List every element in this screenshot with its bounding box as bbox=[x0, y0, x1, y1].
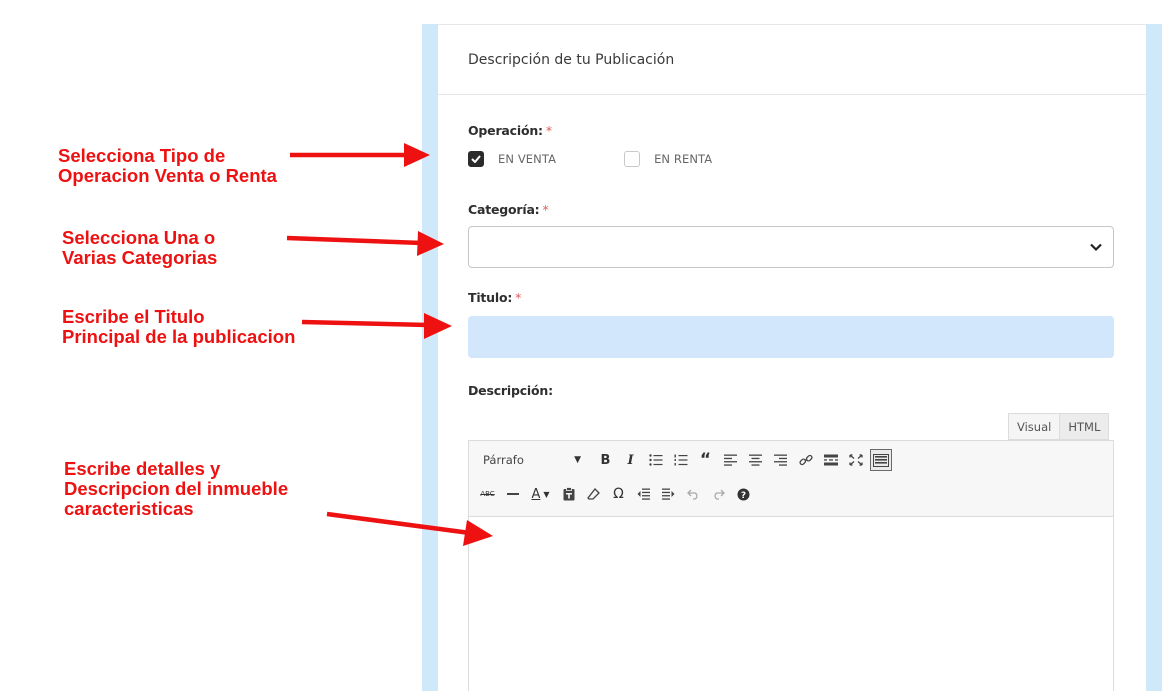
special-character-icon[interactable]: Ω bbox=[608, 483, 630, 505]
arrow-to-categoria bbox=[286, 231, 444, 256]
checkbox-en-venta[interactable] bbox=[468, 151, 484, 167]
arrow-to-operacion bbox=[290, 143, 430, 167]
format-select-value: Párrafo bbox=[483, 453, 524, 467]
bold-icon[interactable]: B bbox=[595, 449, 617, 471]
descripcion-label: Descripción: bbox=[468, 383, 553, 398]
paste-text-icon[interactable] bbox=[558, 483, 580, 505]
publication-description-card: Descripción de tu Publicación Operación:… bbox=[438, 24, 1146, 691]
annotation-categoria: Selecciona Una o Varias Categorias bbox=[62, 227, 218, 268]
description-editor: Párrafo ▼ B I “ ABC A ▼ Ω ? bbox=[468, 440, 1114, 691]
caret-down-icon: ▼ bbox=[574, 455, 581, 465]
redo-icon[interactable] bbox=[708, 483, 730, 505]
titulo-label: Titulo: * bbox=[468, 290, 522, 305]
clear-formatting-icon[interactable] bbox=[583, 483, 605, 505]
strikethrough-icon[interactable]: ABC bbox=[477, 483, 499, 505]
toolbar-toggle-icon[interactable] bbox=[869, 449, 892, 471]
required-mark: * bbox=[545, 123, 552, 138]
card-title: Descripción de tu Publicación bbox=[468, 51, 675, 68]
checkbox-en-renta[interactable] bbox=[624, 151, 641, 167]
blockquote-icon[interactable]: “ bbox=[695, 449, 717, 471]
italic-icon[interactable]: I bbox=[620, 449, 642, 471]
outdent-icon[interactable] bbox=[633, 483, 655, 505]
right-border-decoration bbox=[1146, 24, 1162, 691]
indent-icon[interactable] bbox=[658, 483, 680, 505]
align-right-icon[interactable] bbox=[770, 449, 792, 471]
categoria-select[interactable] bbox=[468, 226, 1114, 268]
fullscreen-icon[interactable] bbox=[845, 449, 867, 471]
toolbar-row-1: Párrafo ▼ B I “ bbox=[475, 449, 893, 471]
left-border-decoration bbox=[422, 24, 438, 691]
titulo-input[interactable] bbox=[468, 316, 1114, 358]
annotation-descripcion: Escribe detalles y Descripcion del inmue… bbox=[64, 458, 289, 519]
operacion-label: Operación: * bbox=[468, 123, 552, 138]
chevron-down-icon bbox=[1090, 243, 1102, 252]
required-mark: * bbox=[515, 290, 522, 305]
option-en-renta[interactable]: EN RENTA bbox=[624, 151, 712, 167]
annotation-titulo: Escribe el Titulo Principal de la public… bbox=[62, 306, 296, 347]
page: Descripción de tu Publicación Operación:… bbox=[0, 0, 1173, 691]
align-left-icon[interactable] bbox=[720, 449, 742, 471]
align-center-icon[interactable] bbox=[745, 449, 767, 471]
editor-content-area[interactable] bbox=[469, 517, 1113, 691]
horizontal-rule-icon[interactable] bbox=[502, 483, 524, 505]
editor-tabs: Visual HTML bbox=[1008, 413, 1110, 440]
checkmark-icon bbox=[471, 155, 481, 163]
categoria-label: Categoría: * bbox=[468, 202, 549, 217]
bullet-list-icon[interactable] bbox=[645, 449, 667, 471]
card-header: Descripción de tu Publicación bbox=[438, 25, 1146, 95]
format-select[interactable]: Párrafo ▼ bbox=[475, 449, 587, 471]
read-more-icon[interactable] bbox=[820, 449, 842, 471]
annotation-operacion: Selecciona Tipo de Operacion Venta o Ren… bbox=[58, 145, 277, 186]
link-icon[interactable] bbox=[795, 449, 817, 471]
svg-text:?: ? bbox=[741, 491, 746, 501]
tab-html[interactable]: HTML bbox=[1060, 413, 1110, 440]
text-color-icon[interactable]: A ▼ bbox=[527, 483, 555, 505]
option-en-venta[interactable]: EN VENTA bbox=[468, 151, 556, 167]
undo-icon[interactable] bbox=[683, 483, 705, 505]
tab-visual[interactable]: Visual bbox=[1008, 413, 1061, 440]
option-label-en-renta: EN RENTA bbox=[654, 152, 713, 166]
option-label-en-venta: EN VENTA bbox=[498, 152, 557, 166]
help-icon[interactable]: ? bbox=[733, 483, 755, 505]
toolbar-row-2: ABC A ▼ Ω ? bbox=[475, 483, 756, 505]
editor-toolbar: Párrafo ▼ B I “ ABC A ▼ Ω ? bbox=[469, 441, 1113, 517]
operacion-options: EN VENTA EN RENTA bbox=[468, 151, 712, 167]
required-mark: * bbox=[542, 202, 549, 217]
numbered-list-icon[interactable] bbox=[670, 449, 692, 471]
